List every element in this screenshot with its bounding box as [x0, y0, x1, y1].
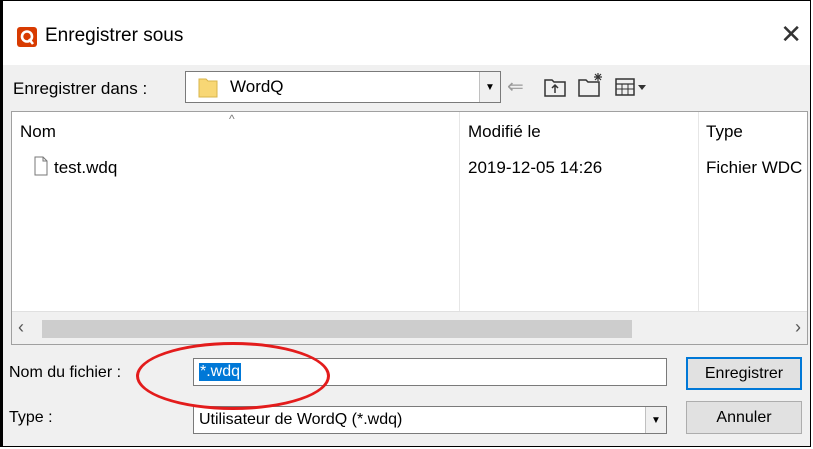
save-in-value: WordQ	[230, 77, 284, 96]
filetype-value: Utilisateur de WordQ (*.wdq)	[199, 411, 403, 428]
column-header-name[interactable]: Nom	[20, 122, 56, 142]
scroll-right-icon[interactable]: ›	[795, 317, 801, 338]
scroll-left-icon[interactable]: ‹	[18, 317, 24, 338]
filename-label: Nom du fichier :	[9, 364, 122, 381]
file-icon	[34, 156, 48, 176]
save-as-dialog: Enregistrer sous ✕ Enregistrer dans : Wo…	[0, 0, 811, 447]
close-icon[interactable]: ✕	[780, 21, 802, 47]
title-bar: Enregistrer sous ✕	[3, 1, 810, 65]
save-button[interactable]: Enregistrer	[686, 357, 802, 390]
up-folder-icon[interactable]	[543, 76, 567, 98]
filetype-label: Type :	[9, 409, 53, 426]
save-in-dropdown[interactable]: WordQ ▼	[185, 71, 501, 103]
file-name: test.wdq	[54, 158, 118, 177]
sort-arrow-icon: ^	[229, 112, 235, 126]
filename-value: *.wdq	[199, 363, 242, 381]
chevron-down-icon[interactable]: ▼	[479, 72, 500, 102]
folder-icon	[198, 78, 218, 98]
view-menu-icon[interactable]	[615, 77, 649, 97]
column-divider	[698, 112, 699, 312]
horizontal-scrollbar[interactable]: ‹ ›	[12, 311, 807, 344]
file-list[interactable]: Nom ^ Modifié le Type test.wdq 2019-12-0…	[11, 111, 808, 345]
app-logo-icon	[17, 27, 37, 47]
column-header-type[interactable]: Type	[706, 122, 743, 142]
chevron-down-icon[interactable]: ▼	[645, 407, 666, 433]
scrollbar-thumb[interactable]	[42, 320, 632, 338]
file-type: Fichier WDC	[706, 158, 803, 177]
new-folder-icon[interactable]	[577, 71, 605, 99]
filetype-dropdown[interactable]: Utilisateur de WordQ (*.wdq) ▼	[193, 406, 667, 434]
column-header-modified[interactable]: Modifié le	[468, 122, 541, 142]
save-in-label: Enregistrer dans :	[13, 79, 148, 98]
column-divider	[459, 112, 460, 312]
cancel-button[interactable]: Annuler	[686, 401, 802, 434]
back-arrow-icon[interactable]: ⇐	[507, 74, 524, 99]
dialog-title: Enregistrer sous	[45, 25, 184, 46]
file-modified: 2019-12-05 14:26	[468, 158, 603, 177]
filename-input[interactable]: *.wdq	[193, 358, 667, 386]
